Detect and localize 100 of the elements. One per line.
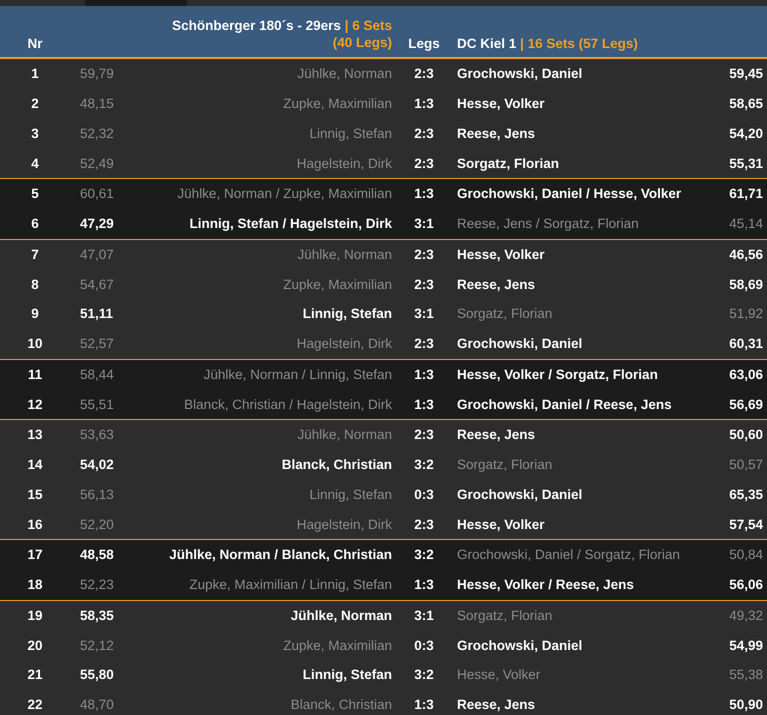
legs-score: 3:2 — [413, 667, 435, 682]
player-name: Sorgatz, Florian — [456, 306, 554, 322]
average-cell-text: 56,69 — [728, 396, 764, 412]
player-name: Zupke, Maximilian — [282, 276, 392, 292]
legs-score: 0:3 — [413, 486, 435, 502]
legs-score: 2:3 — [413, 246, 435, 262]
player-name: Sorgatz, Florian — [456, 156, 560, 171]
row-number: 7 — [30, 246, 40, 262]
average-cell-text: 50,57 — [728, 457, 764, 472]
legs-score: 3:1 — [413, 306, 435, 322]
average-cell-text: 55,51 — [79, 396, 115, 412]
average-cell-text: 55,80 — [79, 667, 115, 682]
average-cell-text: 52,49 — [79, 156, 115, 171]
legs-score: 0:3 — [413, 638, 435, 653]
average-cell-text: 52,57 — [79, 336, 115, 352]
average-cell-text: 58,65 — [728, 96, 764, 112]
column-header: Nr — [26, 36, 44, 51]
legs-score: 2:3 — [413, 156, 435, 171]
row-number: 17 — [26, 547, 44, 562]
average-cell-text: 52,12 — [79, 638, 115, 653]
tab[interactable] — [85, 0, 187, 6]
row-number: 8 — [30, 276, 40, 292]
legs-score: 3:1 — [413, 216, 435, 232]
row-number: 19 — [26, 608, 44, 623]
average-cell-text: 45,14 — [728, 216, 764, 232]
player-name: Jühlke, Norman — [296, 66, 392, 82]
legs-score: 3:2 — [413, 457, 435, 472]
legs-score: 1:3 — [413, 697, 435, 712]
average-cell-text: 52,20 — [79, 516, 115, 532]
player-name: Jühlke, Norman / Blanck, Christian — [168, 547, 392, 562]
player-name: Hesse, Volker — [456, 96, 546, 112]
player-name: Linnig, Stefan — [308, 126, 392, 141]
row-number: 6 — [30, 216, 40, 232]
player-name: Hagelstein, Dirk — [296, 336, 392, 352]
player-name: Grochowski, Daniel — [456, 638, 584, 653]
legs-score: 1:3 — [413, 366, 435, 382]
legs-score: 3:2 — [413, 547, 435, 562]
average-cell-text: 50,90 — [728, 697, 764, 712]
legs-score: 1:3 — [413, 186, 435, 202]
player-name: Grochowski, Daniel / Sorgatz, Florian — [456, 547, 681, 562]
row-number: 10 — [26, 336, 44, 352]
average-cell-text: 47,07 — [79, 246, 115, 262]
average-cell-text: 50,84 — [728, 547, 764, 562]
player-name: Zupke, Maximilian — [282, 638, 392, 653]
player-name: Hesse, Volker / Sorgatz, Florian — [456, 366, 659, 382]
row-number: 2 — [30, 96, 40, 112]
average-cell-text: 55,38 — [728, 667, 764, 682]
row-number: 20 — [26, 638, 44, 653]
player-name: Grochowski, Daniel / Hesse, Volker — [456, 186, 682, 202]
average-cell-text: 47,29 — [79, 216, 115, 232]
row-number: 9 — [30, 306, 40, 322]
player-name: Grochowski, Daniel — [456, 66, 584, 82]
row-number: 3 — [30, 126, 40, 141]
player-name: Reese, Jens — [456, 427, 536, 442]
player-name: Hesse, Volker / Reese, Jens — [456, 577, 635, 592]
column-header: Legs — [407, 36, 441, 51]
row-number: 21 — [26, 667, 44, 682]
average-cell-text: 49,32 — [728, 608, 764, 623]
average-cell-text: 58,44 — [79, 366, 115, 382]
player-name: Linnig, Stefan — [308, 486, 392, 502]
player-name: Linnig, Stefan / Hagelstein, Dirk — [188, 216, 392, 232]
average-cell-text: 57,54 — [728, 516, 764, 532]
player-name: Grochowski, Daniel — [456, 486, 584, 502]
player-name: Reese, Jens / Sorgatz, Florian — [456, 216, 640, 232]
average-cell-text: 48,70 — [79, 697, 115, 712]
average-cell-text: 52,32 — [79, 126, 115, 141]
player-name: Blanck, Christian / Hagelstein, Dirk — [183, 396, 392, 412]
average-cell-text: 63,06 — [728, 366, 764, 382]
average-cell-text: 54,67 — [79, 276, 115, 292]
average-cell-text: 60,61 — [79, 186, 115, 202]
average-cell-text: 52,23 — [79, 577, 115, 592]
row-number: 18 — [26, 577, 44, 592]
player-name: Sorgatz, Florian — [456, 457, 554, 472]
row-number: 11 — [26, 366, 44, 382]
average-cell-text: 59,45 — [728, 66, 764, 82]
average-cell-text: 54,02 — [79, 457, 115, 472]
row-number: 15 — [26, 486, 44, 502]
player-name: Linnig, Stefan — [302, 667, 392, 682]
player-name: Grochowski, Daniel — [456, 336, 584, 352]
average-cell-text: 56,06 — [728, 577, 764, 592]
player-name: Hagelstein, Dirk — [296, 516, 392, 532]
legs-score: 1:3 — [413, 96, 435, 112]
average-cell-text: 54,20 — [728, 126, 764, 141]
legs-score: 1:3 — [413, 577, 435, 592]
row-number: 14 — [26, 457, 44, 472]
player-name: Jühlke, Norman / Zupke, Maximilian — [176, 186, 392, 202]
player-name: Hesse, Volker — [456, 516, 546, 532]
player-name: Jühlke, Norman — [296, 427, 392, 442]
player-name: Reese, Jens — [456, 276, 536, 292]
legs-score: 2:3 — [413, 276, 435, 292]
player-name: Sorgatz, Florian — [456, 608, 554, 623]
row-number: 16 — [26, 516, 44, 532]
legs-score: 3:1 — [413, 608, 435, 623]
legs-score: 2:3 — [413, 427, 435, 442]
legs-score: 2:3 — [413, 336, 435, 352]
row-number: 1 — [30, 66, 40, 82]
average-cell-text: 58,69 — [728, 276, 764, 292]
player-name: Blanck, Christian — [290, 697, 392, 712]
average-cell-text: 48,58 — [79, 547, 115, 562]
away-team-header: DC Kiel 1 | 16 Sets (57 Legs) — [456, 36, 639, 51]
